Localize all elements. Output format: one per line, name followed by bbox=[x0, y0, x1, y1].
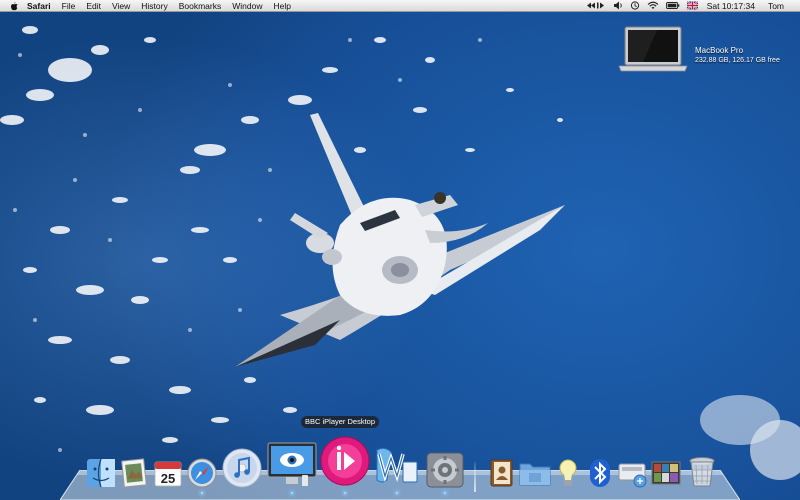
apple-menu-icon[interactable] bbox=[9, 1, 19, 11]
system-preferences-running-indicator bbox=[443, 491, 447, 495]
battery-icon[interactable] bbox=[665, 1, 680, 10]
menu-app-name[interactable]: Safari bbox=[27, 1, 51, 11]
iphoto-running-indicator bbox=[290, 491, 294, 495]
wifi-icon[interactable] bbox=[647, 1, 659, 10]
dock-divider bbox=[474, 462, 476, 492]
preview-icon[interactable] bbox=[120, 458, 148, 488]
safari-running-indicator bbox=[200, 491, 204, 495]
menu-bookmarks[interactable]: Bookmarks bbox=[179, 1, 222, 11]
photo-stack-icon[interactable] bbox=[650, 458, 682, 488]
iphoto-icon[interactable] bbox=[266, 441, 318, 487]
menu-status-area: Sat 10:17:34 Tom bbox=[586, 0, 800, 12]
finder-icon[interactable] bbox=[86, 458, 116, 488]
menu-help[interactable]: Help bbox=[273, 1, 290, 11]
menu-edit[interactable]: Edit bbox=[86, 1, 101, 11]
word-icon[interactable] bbox=[373, 444, 421, 486]
trash-icon[interactable] bbox=[688, 456, 716, 488]
space-shuttle-image bbox=[235, 113, 565, 367]
itunes-icon[interactable] bbox=[221, 447, 263, 489]
dock-tooltip: BBC iPlayer Desktop bbox=[301, 416, 380, 428]
word-running-indicator bbox=[395, 491, 399, 495]
volume-icon[interactable] bbox=[613, 1, 623, 10]
menu-view[interactable]: View bbox=[112, 1, 130, 11]
iplayer-running-indicator bbox=[343, 491, 347, 495]
documents-folder-icon[interactable] bbox=[519, 460, 551, 486]
uk-flag-icon[interactable] bbox=[686, 1, 698, 10]
menu-window[interactable]: Window bbox=[232, 1, 262, 11]
menu-bar: Safari File Edit View History Bookmarks … bbox=[0, 0, 800, 12]
desktop-disk-macbook-pro[interactable]: MacBook Pro 232.88 GB, 126.17 GB free bbox=[617, 26, 792, 76]
menu-clock[interactable]: Sat 10:17:34 bbox=[707, 1, 755, 11]
ical-icon[interactable]: 25 bbox=[154, 459, 182, 487]
menu-user[interactable]: Tom bbox=[768, 1, 784, 11]
address-book-icon[interactable] bbox=[488, 458, 514, 488]
time-machine-icon[interactable] bbox=[630, 1, 640, 10]
disk-info: 232.88 GB, 126.17 GB free bbox=[695, 57, 780, 64]
laptop-icon bbox=[618, 26, 688, 72]
disk-name: MacBook Pro bbox=[695, 46, 744, 55]
menu-file[interactable]: File bbox=[62, 1, 76, 11]
network-icon[interactable] bbox=[618, 460, 648, 488]
menu-history[interactable]: History bbox=[141, 1, 167, 11]
bluetooth-icon[interactable] bbox=[589, 458, 611, 488]
lightbulb-icon[interactable] bbox=[557, 458, 579, 488]
bbc-iplayer-icon[interactable] bbox=[320, 436, 370, 486]
safari-icon[interactable] bbox=[187, 458, 217, 488]
media-controls-icon[interactable] bbox=[586, 1, 606, 10]
calendar-day: 25 bbox=[161, 471, 175, 486]
system-preferences-icon[interactable] bbox=[426, 452, 464, 488]
